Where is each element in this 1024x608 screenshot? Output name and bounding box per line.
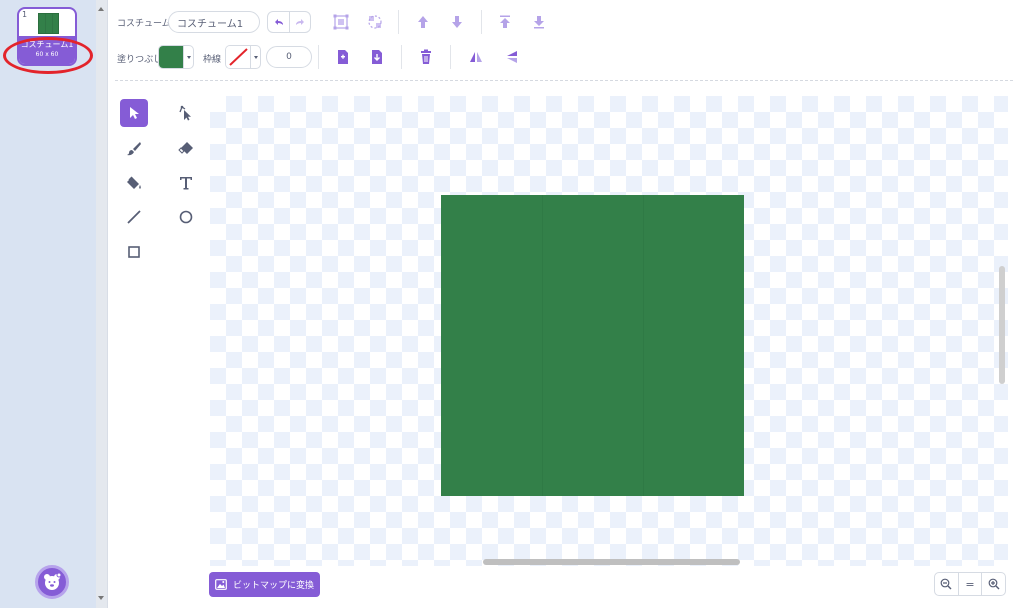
- fill-color-picker[interactable]: [158, 45, 194, 69]
- outline-label: 枠線: [203, 55, 222, 65]
- fill-tool[interactable]: [120, 169, 148, 197]
- back-icon[interactable]: [529, 12, 549, 32]
- zoom-out-button[interactable]: [935, 573, 958, 595]
- line-tool[interactable]: [120, 203, 148, 231]
- fill-label: 塗りつぶし: [117, 55, 163, 65]
- text-tool[interactable]: [172, 169, 200, 197]
- paint-canvas[interactable]: [210, 96, 1008, 566]
- redo-icon: [296, 19, 304, 25]
- reshape-icon: [179, 105, 191, 121]
- circle-tool[interactable]: [172, 203, 200, 231]
- undo-redo-group: [267, 11, 311, 33]
- choose-costume-button[interactable]: [35, 565, 69, 599]
- eraser-tool[interactable]: [172, 134, 200, 162]
- undo-button[interactable]: [268, 12, 289, 32]
- zoom-in-icon: [988, 578, 1000, 590]
- scroll-down-icon[interactable]: [98, 596, 104, 600]
- toolbar-divider: [401, 45, 402, 69]
- convert-to-bitmap-button[interactable]: ビットマップに変換: [209, 572, 320, 597]
- highlight-ring: [3, 37, 93, 74]
- zoom-reset-button[interactable]: =: [957, 573, 982, 595]
- line-icon: [127, 210, 141, 224]
- costume-thumbnail: [38, 13, 59, 34]
- fill-color-swatch: [159, 46, 184, 68]
- group-icon[interactable]: [331, 12, 351, 32]
- chevron-down-icon: [251, 46, 260, 68]
- ungroup-icon[interactable]: [365, 12, 385, 32]
- toolbar-divider: [481, 10, 482, 34]
- brush-tool[interactable]: [120, 134, 148, 162]
- select-tool[interactable]: [120, 99, 148, 127]
- arrow-icon: [130, 107, 139, 119]
- toolbar-separator: [115, 80, 1013, 81]
- horizontal-scrollbar[interactable]: [483, 559, 740, 565]
- eraser-icon: [178, 142, 193, 154]
- costume-name-input[interactable]: [168, 11, 260, 33]
- undo-icon: [274, 19, 283, 25]
- flip-vertical-icon[interactable]: [502, 47, 522, 67]
- convert-to-bitmap-label: ビットマップに変換: [233, 581, 315, 591]
- redo-button[interactable]: [289, 12, 310, 32]
- front-icon[interactable]: [495, 12, 515, 32]
- costume-list-scrollbar[interactable]: [96, 0, 107, 608]
- brush-icon: [127, 142, 141, 156]
- text-icon: [180, 177, 192, 190]
- scroll-up-icon[interactable]: [98, 7, 104, 11]
- paint-bucket-icon: [127, 176, 141, 189]
- flip-horizontal-icon[interactable]: [466, 47, 486, 67]
- costume-list: 1 コスチューム1 60 x 60: [0, 0, 96, 608]
- toolbar-divider: [318, 45, 319, 69]
- outline-color-picker[interactable]: [225, 45, 261, 69]
- circle-icon: [179, 210, 193, 224]
- forward-icon[interactable]: [413, 12, 433, 32]
- zoom-controls: =: [934, 572, 1006, 596]
- delete-icon[interactable]: [416, 47, 436, 67]
- outline-width-input[interactable]: [266, 46, 312, 68]
- copy-icon[interactable]: [333, 47, 353, 67]
- image-icon: [215, 579, 227, 590]
- vertical-scrollbar[interactable]: [999, 266, 1005, 384]
- chevron-down-icon: [184, 46, 193, 68]
- paste-icon[interactable]: [367, 47, 387, 67]
- green-rectangle-shape[interactable]: [441, 195, 744, 496]
- paint-editor: コスチューム 塗りつぶし 枠線: [107, 0, 1024, 608]
- costume-label: コスチューム: [117, 19, 171, 29]
- zoom-in-button[interactable]: [981, 573, 1005, 595]
- backward-icon[interactable]: [447, 12, 467, 32]
- reshape-tool[interactable]: [172, 99, 200, 127]
- rectangle-tool[interactable]: [120, 238, 148, 266]
- bear-face-icon: [44, 572, 62, 590]
- toolbar-divider: [450, 45, 451, 69]
- outline-color-swatch: [226, 46, 251, 68]
- toolbar-divider: [398, 10, 399, 34]
- costume-index: 1: [22, 10, 28, 19]
- rectangle-icon: [128, 246, 140, 258]
- zoom-out-icon: [940, 578, 952, 590]
